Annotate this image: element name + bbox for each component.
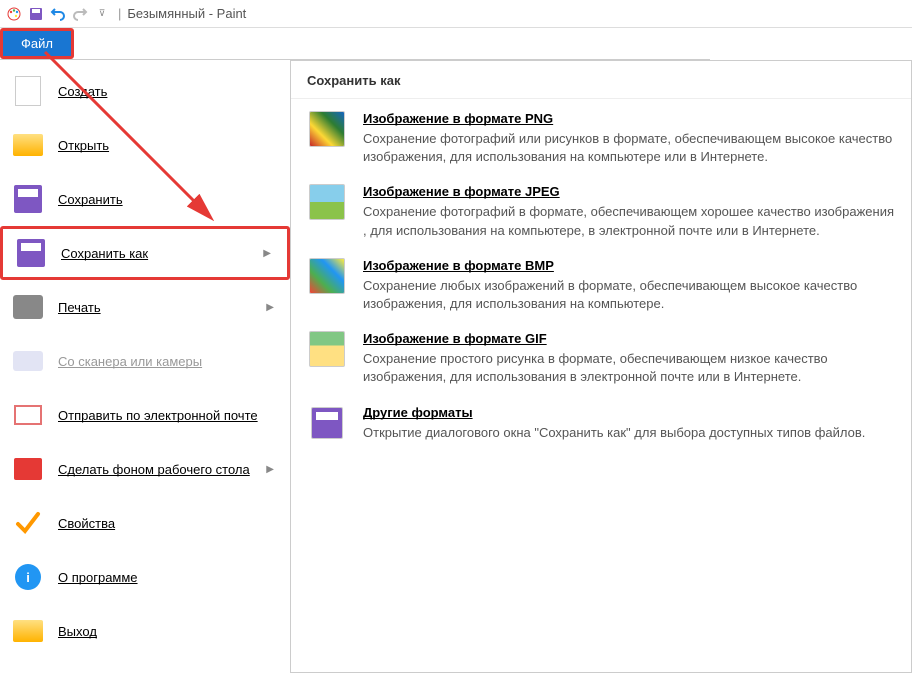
menu-create[interactable]: Создать — [0, 64, 290, 118]
menu-print-label: Печать — [58, 300, 266, 315]
menu-open-label: Открыть — [58, 138, 278, 153]
file-tab-label: Файл — [21, 36, 53, 51]
menu-open[interactable]: Открыть — [0, 118, 290, 172]
menu-scanner: Со сканера или камеры — [0, 334, 290, 388]
paint-app-icon[interactable] — [4, 4, 24, 24]
menu-desktop-label: Сделать фоном рабочего стола — [58, 462, 266, 477]
file-menu-panel: Создать Открыть Сохранить Сохранить как … — [0, 60, 290, 673]
menu-about-label: О программе — [58, 570, 278, 585]
option-other-title: Другие форматы — [363, 405, 895, 420]
menu-properties[interactable]: Свойства — [0, 496, 290, 550]
submenu-arrow-icon: ▶ — [263, 248, 275, 259]
menu-exit[interactable]: Выход — [0, 604, 290, 658]
title-bar: ⊽ | Безымянный - Paint — [0, 0, 912, 28]
undo-icon[interactable] — [48, 4, 68, 24]
menu-email-label: Отправить по электронной почте — [58, 408, 278, 423]
file-tab[interactable]: Файл — [0, 28, 74, 59]
exit-icon — [12, 615, 44, 647]
gif-thumb-icon — [307, 329, 347, 369]
info-icon: i — [12, 561, 44, 593]
option-png[interactable]: Изображение в формате PNG Сохранение фот… — [291, 99, 911, 172]
window-title: Безымянный - Paint — [127, 6, 246, 21]
menu-about[interactable]: i О программе — [0, 550, 290, 604]
option-gif-title: Изображение в формате GIF — [363, 331, 895, 346]
scanner-icon — [12, 345, 44, 377]
save-as-submenu: Сохранить как Изображение в формате PNG … — [290, 60, 912, 673]
option-bmp-desc: Сохранение любых изображений в формате, … — [363, 277, 895, 313]
option-png-title: Изображение в формате PNG — [363, 111, 895, 126]
option-gif-desc: Сохранение простого рисунка в формате, о… — [363, 350, 895, 386]
bmp-thumb-icon — [307, 256, 347, 296]
redo-icon[interactable] — [70, 4, 90, 24]
new-document-icon — [12, 75, 44, 107]
save-as-icon — [15, 237, 47, 269]
option-other-desc: Открытие диалогового окна "Сохранить как… — [363, 424, 895, 442]
option-jpeg-desc: Сохранение фотографий в формате, обеспеч… — [363, 203, 895, 239]
qat-dropdown-icon[interactable]: ⊽ — [92, 4, 112, 24]
option-jpeg-title: Изображение в формате JPEG — [363, 184, 895, 199]
quick-access-toolbar: ⊽ — [4, 4, 112, 24]
menu-save-as[interactable]: Сохранить как ▶ — [0, 226, 290, 280]
save-disk-icon — [12, 183, 44, 215]
menu-properties-label: Свойства — [58, 516, 278, 531]
menu-save[interactable]: Сохранить — [0, 172, 290, 226]
submenu-arrow-icon: ▶ — [266, 464, 278, 475]
other-format-icon — [307, 403, 347, 443]
checkmark-icon — [12, 507, 44, 539]
save-icon[interactable] — [26, 4, 46, 24]
menu-desktop[interactable]: Сделать фоном рабочего стола ▶ — [0, 442, 290, 496]
option-bmp-title: Изображение в формате BMP — [363, 258, 895, 273]
menu-save-label: Сохранить — [58, 192, 278, 207]
option-png-desc: Сохранение фотографий или рисунков в фор… — [363, 130, 895, 166]
printer-icon — [12, 291, 44, 323]
menu-save-as-label: Сохранить как — [61, 246, 263, 261]
menu-email[interactable]: Отправить по электронной почте — [0, 388, 290, 442]
mail-icon — [12, 399, 44, 431]
ribbon-tabs: Файл — [0, 28, 710, 60]
title-separator: | — [118, 6, 121, 21]
submenu-arrow-icon: ▶ — [266, 302, 278, 313]
option-other[interactable]: Другие форматы Открытие диалогового окна… — [291, 393, 911, 449]
menu-exit-label: Выход — [58, 624, 278, 639]
jpeg-thumb-icon — [307, 182, 347, 222]
menu-print[interactable]: Печать ▶ — [0, 280, 290, 334]
option-bmp[interactable]: Изображение в формате BMP Сохранение люб… — [291, 246, 911, 319]
folder-open-icon — [12, 129, 44, 161]
png-thumb-icon — [307, 109, 347, 149]
option-jpeg[interactable]: Изображение в формате JPEG Сохранение фо… — [291, 172, 911, 245]
submenu-header: Сохранить как — [291, 61, 911, 99]
option-gif[interactable]: Изображение в формате GIF Сохранение про… — [291, 319, 911, 392]
desktop-bg-icon — [12, 453, 44, 485]
menu-scanner-label: Со сканера или камеры — [58, 354, 278, 369]
menu-create-label: Создать — [58, 84, 278, 99]
